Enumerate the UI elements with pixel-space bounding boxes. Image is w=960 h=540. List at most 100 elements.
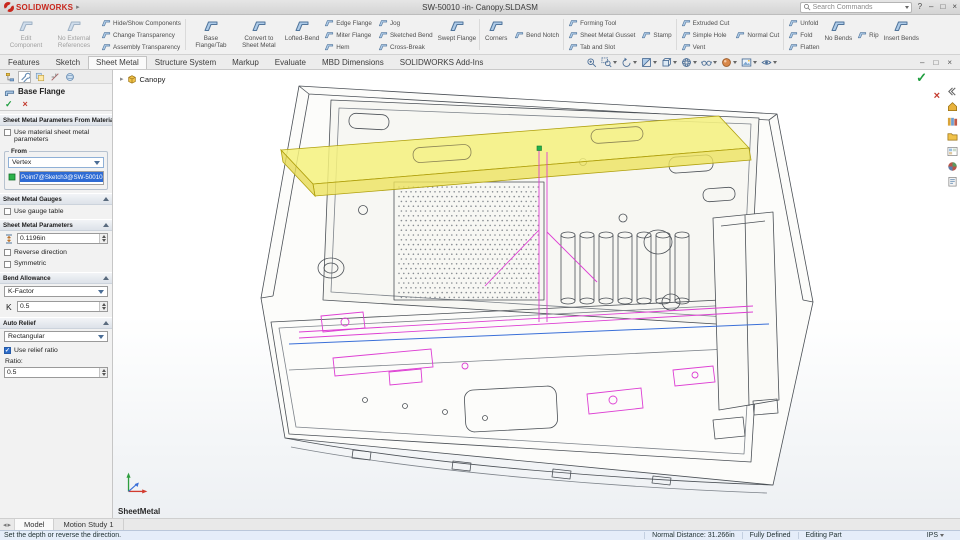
ribbon-button-extruded-cut[interactable]: Extruded Cut (678, 17, 733, 29)
flyout-tree-arrow-icon[interactable]: ▸ (120, 75, 124, 83)
tab-solidworks-add-ins[interactable]: SOLIDWORKS Add-Ins (392, 56, 492, 69)
ribbon-button-flatten[interactable]: Flatten (785, 41, 822, 53)
edit-appearance-button[interactable] (721, 57, 737, 68)
dropdown-arrow-icon[interactable] (633, 61, 637, 64)
dropdown-arrow-icon[interactable] (713, 61, 717, 64)
property-manager-tab[interactable] (18, 71, 31, 83)
solidworks-resources-button[interactable] (947, 99, 958, 110)
ribbon-button-convert-to-sheet-metal[interactable]: Convert to Sheet Metal (235, 16, 283, 53)
ribbon-button-cross-break[interactable]: Cross-Break (375, 41, 436, 53)
ribbon-button-insert-bends[interactable]: Insert Bends (882, 16, 921, 53)
minimize-button[interactable]: – (929, 3, 933, 11)
auto-relief-dropdown[interactable]: Rectangular (4, 331, 108, 342)
confirmation-cancel-icon[interactable]: × (934, 91, 940, 102)
feature-manager-tab[interactable] (3, 71, 16, 83)
ribbon-button-change-transparency[interactable]: Change Transparency (98, 29, 184, 41)
ribbon-button-miter-flange[interactable]: Miter Flange (321, 29, 375, 41)
cancel-button[interactable]: × (23, 99, 28, 109)
appearances-scenes-button[interactable] (947, 159, 958, 170)
tab-mbd-dimensions[interactable]: MBD Dimensions (314, 56, 392, 69)
ribbon-button-assembly-transparency[interactable]: Assembly Transparency (98, 41, 184, 53)
display-style-button[interactable] (681, 57, 697, 68)
use-gauge-table-checkbox[interactable]: Use gauge table (0, 205, 112, 216)
dropdown-arrow-icon[interactable] (733, 61, 737, 64)
ribbon-button-edit-component[interactable]: Edit Component (2, 16, 50, 53)
ribbon-button-stamp[interactable]: Stamp (638, 29, 674, 42)
tab-markup[interactable]: Markup (224, 56, 267, 69)
display-manager-tab[interactable] (63, 71, 76, 83)
maximize-button[interactable]: □ (940, 3, 945, 11)
ribbon-button-bend-notch[interactable]: Bend Notch (511, 29, 562, 42)
scroll-left-icon[interactable]: ◂ (3, 521, 7, 529)
section-material-header[interactable]: Sheet Metal Parameters From Material (0, 114, 112, 126)
section-view-button[interactable] (641, 57, 657, 68)
ribbon-button-tab-and-slot[interactable]: Tab and Slot (565, 41, 638, 53)
hide-show-items-button[interactable] (701, 57, 717, 68)
ribbon-button-sheet-metal-gusset[interactable]: Sheet Metal Gusset (565, 29, 638, 41)
design-library-button[interactable] (947, 114, 958, 125)
task-pane-expand-button[interactable] (947, 84, 958, 95)
ribbon-button-rip[interactable]: Rip (854, 29, 881, 42)
ribbon-button-simple-hole[interactable]: Simple Hole (678, 29, 733, 41)
search-dropdown-icon[interactable] (905, 6, 909, 9)
section-parameters-header[interactable]: Sheet Metal Parameters (0, 219, 112, 231)
tab-sheet-metal[interactable]: Sheet Metal (88, 56, 147, 69)
model-canvas[interactable] (113, 70, 960, 518)
custom-properties-button[interactable] (947, 174, 958, 185)
ribbon-button-vent[interactable]: Vent (678, 41, 733, 53)
selected-vertex-item[interactable]: Point7@Sketch3@SW-50010. (20, 172, 103, 182)
symmetric-checkbox[interactable]: Symmetric (0, 258, 112, 269)
dropdown-arrow-icon[interactable] (773, 61, 777, 64)
configuration-manager-tab[interactable] (33, 71, 46, 83)
view-orientation-button[interactable] (661, 57, 677, 68)
ratio-input[interactable]: 0.5 (4, 367, 108, 378)
zoom-area-button[interactable] (601, 57, 617, 68)
tab-evaluate[interactable]: Evaluate (267, 56, 314, 69)
section-gauges-header[interactable]: Sheet Metal Gauges (0, 193, 112, 205)
ribbon-button-lofted-bend[interactable]: Lofted-Bend (283, 16, 321, 53)
ribbon-button-hide-show-components[interactable]: Hide/Show Components (98, 17, 184, 29)
menu-expand-icon[interactable]: ▸ (76, 3, 80, 11)
tab-scroll-arrows[interactable]: ◂▸ (0, 519, 15, 530)
ok-button[interactable]: ✓ (5, 99, 13, 110)
thickness-input[interactable]: 0.1196in (17, 233, 108, 244)
file-explorer-button[interactable] (947, 129, 958, 140)
scroll-right-icon[interactable]: ▸ (8, 521, 12, 529)
breadcrumb[interactable]: ▸ Canopy (120, 74, 165, 84)
ribbon-button-forming-tool[interactable]: Forming Tool (565, 17, 638, 29)
dropdown-arrow-icon[interactable] (753, 61, 757, 64)
ribbon-button-no-bends[interactable]: No Bends (822, 16, 854, 53)
dropdown-arrow-icon[interactable] (673, 61, 677, 64)
spinner-buttons[interactable] (99, 368, 107, 377)
doc-minimize-button[interactable]: – (920, 58, 924, 67)
graphics-area[interactable]: ▸ Canopy ✓ × SheetMetal (113, 70, 960, 518)
search-commands-box[interactable]: Search Commands (800, 2, 912, 13)
spinner-buttons[interactable] (99, 234, 107, 243)
bend-allowance-dropdown[interactable]: K-Factor (4, 286, 108, 297)
previous-view-button[interactable] (621, 57, 637, 68)
tab-structure-system[interactable]: Structure System (147, 56, 224, 69)
tab-features[interactable]: Features (0, 56, 48, 69)
doc-close-button[interactable]: × (947, 58, 952, 67)
ribbon-button-base-flange-tab[interactable]: Base Flange/Tab (187, 16, 235, 53)
k-factor-input[interactable]: 0.5 (17, 301, 108, 312)
tab-sketch[interactable]: Sketch (48, 56, 88, 69)
spinner-buttons[interactable] (99, 302, 107, 311)
ribbon-button-hem[interactable]: Hem (321, 41, 375, 53)
ribbon-button-swept-flange[interactable]: Swept Flange (436, 16, 479, 53)
ribbon-button-fold[interactable]: Fold (785, 29, 822, 41)
zoom-fit-button[interactable] (586, 57, 597, 68)
apply-scene-button[interactable] (741, 57, 757, 68)
use-relief-ratio-checkbox[interactable]: ✓ Use relief ratio (0, 344, 112, 355)
unit-system-selector[interactable]: IPS (927, 532, 944, 539)
ribbon-button-edge-flange[interactable]: Edge Flange (321, 17, 375, 29)
ribbon-button-normal-cut[interactable]: Normal Cut (732, 29, 782, 42)
section-auto-relief-header[interactable]: Auto Relief (0, 317, 112, 329)
ribbon-button-no-external-references[interactable]: No External References (50, 16, 98, 53)
dropdown-arrow-icon[interactable] (653, 61, 657, 64)
help-button[interactable]: ? (918, 3, 922, 11)
section-bend-allowance-header[interactable]: Bend Allowance (0, 272, 112, 284)
dimxpert-manager-tab[interactable] (48, 71, 61, 83)
selection-listbox[interactable]: Point7@Sketch3@SW-50010. (19, 171, 104, 185)
ribbon-button-corners[interactable]: Corners (481, 16, 511, 53)
